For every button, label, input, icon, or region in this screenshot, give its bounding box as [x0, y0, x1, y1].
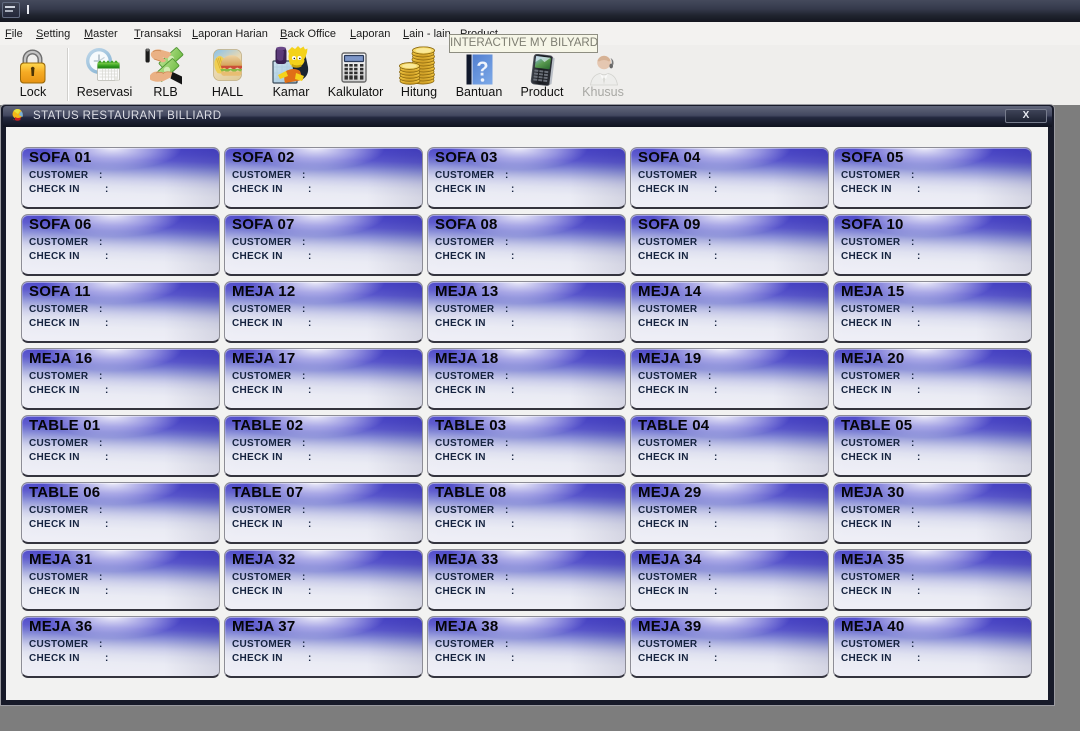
svg-text:?: ?	[476, 59, 488, 81]
svg-text:*****: *****	[13, 118, 21, 123]
